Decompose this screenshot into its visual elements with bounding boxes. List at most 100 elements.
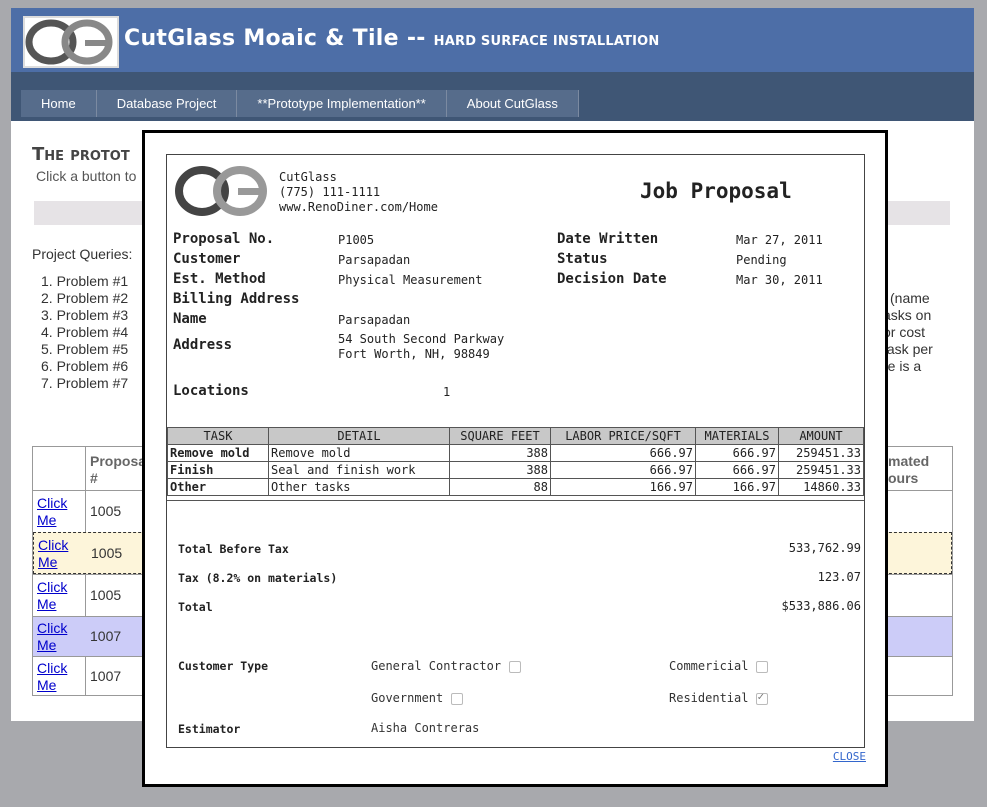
status-value: Pending — [736, 253, 787, 267]
company-name: CutGlass — [279, 170, 337, 184]
materials-cell: 666.97 — [695, 444, 779, 462]
site-subtitle: Hard surface installation — [433, 34, 660, 49]
detail-cell: Seal and finish work — [268, 461, 450, 479]
divider — [167, 500, 864, 501]
queries-label: Project Queries: — [32, 246, 133, 262]
query-item[interactable]: 3. Problem #3 — [41, 307, 128, 324]
table-row: Remove mold Remove mold 388 666.97 666.9… — [167, 444, 864, 462]
query-item[interactable]: 6. Problem #6 — [41, 358, 128, 375]
address-line2: Fort Worth, NH, 98849 — [338, 347, 490, 361]
total-value: $533,886.06 — [781, 599, 861, 613]
query-item[interactable]: 2. Problem #2 — [41, 290, 128, 307]
option-general-contractor: General Contractor — [371, 659, 522, 673]
estimator-label: Estimator — [178, 722, 241, 736]
table-row: Other Other tasks 88 166.97 166.97 14860… — [167, 478, 864, 496]
total-label: Total — [178, 600, 213, 614]
table-header-proposal: Proposa # — [90, 453, 147, 486]
query-item[interactable]: 7. Problem #7 — [41, 375, 128, 392]
description-text: l (name asks on or cost task per re is a — [883, 290, 933, 374]
labor-price-cell: 666.97 — [550, 461, 696, 479]
total-before-tax-value: 533,762.99 — [788, 541, 861, 555]
detail-cell: Remove mold — [268, 444, 450, 462]
table-row: Finish Seal and finish work 388 666.97 6… — [167, 461, 864, 479]
nav-prototype-implementation[interactable]: **Prototype Implementation** — [237, 90, 447, 117]
query-item[interactable]: 5. Problem #5 — [41, 341, 128, 358]
government-checkbox[interactable] — [451, 692, 464, 705]
header-labor-price: LABOR PRICE/SQFT — [550, 427, 696, 445]
nav-home[interactable]: Home — [21, 90, 97, 117]
address-label: Address — [173, 337, 233, 353]
name-value: Parsapadan — [338, 313, 411, 327]
task-cell: Finish — [167, 461, 269, 479]
amount-cell: 259451.33 — [778, 461, 864, 479]
site-logo — [23, 16, 119, 68]
click-me-link[interactable]: Click Me — [37, 579, 77, 613]
amount-cell: 14860.33 — [778, 478, 864, 496]
document-title: Job Proposal — [640, 179, 792, 203]
residential-checkbox[interactable] — [756, 690, 769, 705]
sqft-cell: 388 — [449, 444, 551, 462]
customer-label: Customer — [173, 251, 241, 267]
decision-date-value: Mar 30, 2011 — [736, 273, 823, 287]
header-task: TASK — [167, 427, 269, 445]
labor-price-cell: 166.97 — [550, 478, 696, 496]
detail-cell: Other tasks — [268, 478, 450, 496]
customer-value: Parsapadan — [338, 253, 411, 267]
proposal-number: 1005 — [90, 503, 122, 519]
site-title: CutGlass Moaic & Tile -- Hard surface in… — [124, 26, 660, 51]
locations-label: Locations — [173, 383, 249, 399]
company-logo — [175, 165, 271, 217]
date-written-label: Date Written — [557, 231, 659, 247]
option-commercial: Commericial — [669, 659, 769, 673]
decision-date-label: Decision Date — [557, 271, 667, 287]
name-label: Name — [173, 311, 207, 327]
page-subtitle: Click a button to — [36, 168, 137, 184]
table-header-hours: mated ours — [888, 453, 930, 486]
sqft-cell: 388 — [449, 461, 551, 479]
click-me-link[interactable]: Click Me — [37, 495, 77, 529]
nav-about[interactable]: About CutGlass — [446, 90, 579, 117]
total-before-tax-label: Total Before Tax — [178, 542, 289, 556]
address-line1: 54 South Second Parkway — [338, 332, 505, 346]
nav-bar: Home Database Project **Prototype Implem… — [11, 72, 974, 121]
billing-address-label: Billing Address — [173, 291, 300, 307]
sqft-cell: 88 — [449, 478, 551, 496]
labor-price-cell: 666.97 — [550, 444, 696, 462]
query-item[interactable]: 1. Problem #1 — [41, 273, 128, 290]
proposal-no-label: Proposal No. — [173, 231, 275, 247]
proposal-number: 1007 — [90, 628, 122, 644]
estimator-value: Aisha Contreras — [371, 721, 480, 735]
tax-label: Tax (8.2% on materials) — [178, 571, 338, 585]
header-materials: MATERIALS — [695, 427, 779, 445]
date-written-value: Mar 27, 2011 — [736, 233, 823, 247]
site-header: CutGlass Moaic & Tile -- Hard surface in… — [11, 8, 974, 72]
tax-value: 123.07 — [817, 570, 861, 584]
nav-database-project[interactable]: Database Project — [96, 90, 238, 117]
proposal-no-value: P1005 — [338, 233, 375, 247]
click-me-link[interactable]: Click Me — [37, 660, 77, 694]
company-phone: (775) 111-1111 — [279, 185, 381, 199]
close-link[interactable]: CLOSE — [833, 750, 866, 763]
commercial-checkbox[interactable] — [756, 660, 769, 673]
query-list: 1. Problem #1 2. Problem #2 3. Problem #… — [41, 273, 128, 392]
locations-value: 1 — [443, 385, 451, 399]
click-me-link[interactable]: Click Me — [37, 620, 77, 654]
proposal-number: 1005 — [91, 545, 123, 561]
query-item[interactable]: 4. Problem #4 — [41, 324, 128, 341]
company-url: www.RenoDiner.com/Home — [279, 200, 438, 214]
proposal-modal: CutGlass (775) 111-1111 www.RenoDiner.co… — [142, 130, 888, 787]
header-square-feet: SQUARE FEET — [449, 427, 551, 445]
tasks-table: TASK DETAIL SQUARE FEET LABOR PRICE/SQFT… — [167, 427, 864, 496]
proposal-number: 1007 — [90, 668, 122, 684]
click-me-link[interactable]: Click Me — [38, 537, 78, 571]
tasks-table-header: TASK DETAIL SQUARE FEET LABOR PRICE/SQFT… — [167, 427, 864, 445]
amount-cell: 259451.33 — [778, 444, 864, 462]
job-proposal-document: CutGlass (775) 111-1111 www.RenoDiner.co… — [166, 154, 865, 748]
general-contractor-checkbox[interactable] — [509, 660, 522, 673]
status-label: Status — [557, 251, 608, 267]
option-residential: Residential — [669, 690, 769, 705]
materials-cell: 166.97 — [695, 478, 779, 496]
header-amount: AMOUNT — [778, 427, 864, 445]
customer-type-label: Customer Type — [178, 659, 269, 673]
option-government: Government — [371, 691, 464, 705]
